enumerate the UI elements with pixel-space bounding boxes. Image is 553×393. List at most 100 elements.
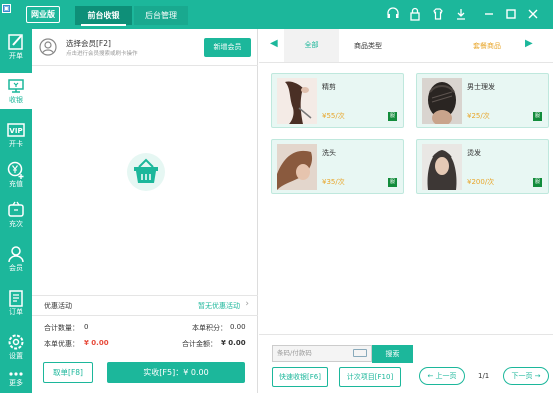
shirt-icon[interactable] <box>432 6 444 22</box>
quick-cashier-button[interactable]: 快速收银[F6] <box>272 367 328 387</box>
product-card[interactable]: 洗头 ¥35/次 服 <box>271 139 404 194</box>
discount-label: 本单优惠： <box>44 340 79 348</box>
basket-icon <box>127 153 165 191</box>
sidebar-item-orders[interactable]: 订单 <box>0 285 32 321</box>
total-amount-label: 合计金额： <box>182 340 217 348</box>
tab-front-cashier[interactable]: 前台收银 <box>75 6 132 26</box>
sidebar-item-label: 收银 <box>9 96 23 104</box>
pay-button[interactable]: 实收[F5]：¥ 0.00 <box>107 362 245 383</box>
points-value: 0.00 <box>230 323 246 331</box>
product-price: ¥25/次 <box>467 112 490 120</box>
sidebar-item-label: 会员 <box>9 264 23 272</box>
lock-icon[interactable] <box>409 6 421 22</box>
close-icon[interactable] <box>528 6 538 22</box>
points-label: 本单积分： <box>192 324 227 332</box>
chevron-right-icon: › <box>245 299 249 309</box>
service-tag-icon: 服 <box>533 112 542 121</box>
svg-text:VIP: VIP <box>9 127 22 135</box>
product-price: ¥35/次 <box>322 178 345 186</box>
next-page-button[interactable]: 下一页 → <box>503 367 549 385</box>
next-page-label: 下一页 <box>511 372 533 380</box>
retrieve-order-button[interactable]: 取单[F8] <box>43 362 93 383</box>
sidebar-item-label: 更多 <box>9 379 23 387</box>
sidebar-item-label: 充次 <box>9 220 23 228</box>
yen-plus-icon <box>7 161 24 179</box>
sidebar-item-label: 设置 <box>9 352 23 360</box>
page-indicator: 1/1 <box>478 372 490 380</box>
minimize-icon[interactable] <box>484 6 494 22</box>
tab-category-type[interactable]: 商品类型 <box>354 41 382 51</box>
product-card[interactable]: 男士理发 ¥25/次 服 <box>416 73 549 128</box>
app-icon: ▣ <box>2 4 11 13</box>
product-name: 烫发 <box>467 149 481 157</box>
promotion-label: 优惠活动 <box>44 302 72 310</box>
gear-icon <box>8 334 24 350</box>
order-list-icon <box>9 290 23 307</box>
bottom-toolbar: 条码/付款码 搜索 快速收银[F6] 计次项目[F10] ← 上一页 1/1 下… <box>259 334 553 393</box>
product-card[interactable]: 精剪 ¥55/次 服 <box>271 73 404 128</box>
service-tag-icon: 服 <box>533 178 542 187</box>
cashier-icon <box>8 79 24 93</box>
product-name: 男士理发 <box>467 83 495 91</box>
chevron-right-icon[interactable]: ▶ <box>525 38 533 49</box>
edit-icon <box>8 34 23 50</box>
member-title: 选择会员[F2] <box>66 39 111 48</box>
sidebar-item-recharge[interactable]: 充值 <box>0 157 32 193</box>
tab-category-all[interactable]: 全部 <box>284 29 339 62</box>
chevron-left-icon[interactable]: ◀ <box>270 38 278 49</box>
barcode-input[interactable]: 条码/付款码 <box>272 345 372 362</box>
total-amount-value: ¥ 0.00 <box>221 339 246 347</box>
tab-back-office[interactable]: 后台管理 <box>134 6 188 25</box>
headset-icon[interactable] <box>386 6 400 22</box>
member-avatar-icon <box>39 38 57 56</box>
category-tabs: ◀ 全部 商品类型 套餐商品 ▶ <box>259 29 553 63</box>
title-bar: ▣ 网业版 前台收银 后台管理 <box>0 0 553 29</box>
maximize-icon[interactable] <box>506 6 516 22</box>
prev-page-label: 上一页 <box>435 372 457 380</box>
product-image <box>422 78 462 124</box>
product-image <box>277 78 317 124</box>
ticket-icon <box>8 201 24 217</box>
total-count-value: 0 <box>84 323 89 331</box>
sidebar-item-recharge-times[interactable]: 充次 <box>0 197 32 233</box>
prev-page-button[interactable]: ← 上一页 <box>419 367 465 385</box>
product-card[interactable]: 烫发 ¥200/次 服 <box>416 139 549 194</box>
product-image <box>277 144 317 190</box>
cart-panel: 选择会员[F2] 点击进行会员搜索或刷卡操作 新增会员 优惠活动 暂无优惠活动 … <box>32 29 258 393</box>
sidebar-item-member[interactable]: 会员 <box>0 241 32 277</box>
sidebar-item-label: 订单 <box>9 308 23 316</box>
sidebar-item-label: 开卡 <box>9 140 23 148</box>
product-name: 洗头 <box>322 149 336 157</box>
tab-category-package[interactable]: 套餐商品 <box>473 41 501 51</box>
product-name: 精剪 <box>322 83 336 91</box>
product-panel: ◀ 全部 商品类型 套餐商品 ▶ 精剪 ¥55/次 服 男士理发 ¥25/次 服… <box>259 29 553 393</box>
service-tag-icon: 服 <box>388 178 397 187</box>
user-icon <box>8 246 24 263</box>
count-item-button[interactable]: 计次项目[F10] <box>339 367 401 387</box>
edition-badge: 网业版 <box>26 6 60 23</box>
sidebar: 开单 收银 VIP 开卡 充值 充次 会员 订单 设置 更多 <box>0 29 32 393</box>
discount-value: ¥ 0.00 <box>84 339 109 347</box>
download-icon[interactable] <box>455 6 467 22</box>
keyboard-icon[interactable] <box>353 349 367 357</box>
sidebar-item-cashier[interactable]: 收银 <box>0 73 32 109</box>
sidebar-item-label: 开单 <box>9 52 23 60</box>
sidebar-item-more[interactable]: 更多 <box>0 367 32 393</box>
sidebar-item-settings[interactable]: 设置 <box>0 329 32 365</box>
more-icon <box>9 372 23 376</box>
sidebar-item-label: 充值 <box>9 180 23 188</box>
member-subtitle: 点击进行会员搜索或刷卡操作 <box>66 51 138 57</box>
product-price: ¥55/次 <box>322 112 345 120</box>
promotion-row[interactable]: 优惠活动 暂无优惠活动 › <box>32 295 258 316</box>
search-button[interactable]: 搜索 <box>372 345 413 363</box>
vip-card-icon: VIP <box>7 123 25 137</box>
sidebar-item-open-card[interactable]: VIP 开卡 <box>0 117 32 153</box>
product-image <box>422 144 462 190</box>
sidebar-item-order[interactable]: 开单 <box>0 29 32 65</box>
service-tag-icon: 服 <box>388 112 397 121</box>
member-selector[interactable]: 选择会员[F2] 点击进行会员搜索或刷卡操作 新增会员 <box>32 29 258 66</box>
product-price: ¥200/次 <box>467 178 495 186</box>
barcode-input-placeholder: 条码/付款码 <box>277 349 312 357</box>
promotion-value: 暂无优惠活动 <box>198 302 240 310</box>
add-member-button[interactable]: 新增会员 <box>204 38 251 57</box>
